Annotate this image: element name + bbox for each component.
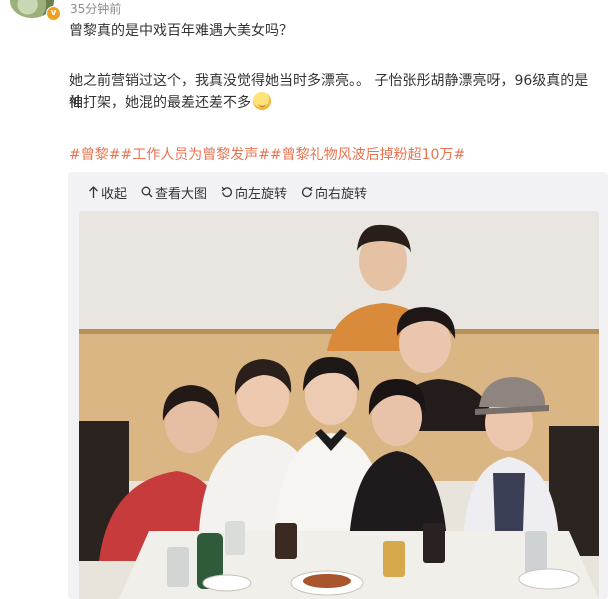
collapse-label: 收起 <box>101 186 128 202</box>
post-text-line-1: 曾黎真的是中戏百年难遇大美女吗？ <box>69 23 293 39</box>
magnifier-icon <box>141 186 153 198</box>
rotate-right-button[interactable]: 向右旋转 <box>301 183 367 202</box>
image-card: 收起 查看大图 向左旋转 向右旋转 <box>68 172 608 599</box>
rotate-right-icon <box>301 186 313 198</box>
post-text-line-3-text: 仙打架，她混的最差还差不多 <box>69 95 251 111</box>
image-toolbar: 收起 查看大图 向左旋转 向右旋转 <box>88 182 367 202</box>
view-large-button[interactable]: 查看大图 <box>141 183 207 202</box>
collapse-button[interactable]: 收起 <box>88 183 127 202</box>
emoji-icon <box>253 92 271 110</box>
post-photo[interactable] <box>79 211 599 599</box>
post-time[interactable]: 35分钟前 <box>70 0 121 17</box>
post-text-line-3: 仙打架，她混的最差还差不多 <box>69 92 599 114</box>
rotate-left-icon <box>221 186 233 198</box>
arrow-up-icon <box>88 185 99 199</box>
rotate-left-button[interactable]: 向左旋转 <box>221 183 287 202</box>
rotate-right-label: 向右旋转 <box>315 186 368 202</box>
topic-tags[interactable]: #曾黎##工作人员为曾黎发声##曾黎礼物风波后掉粉超10万# <box>69 144 465 164</box>
rotate-left-label: 向左旋转 <box>235 186 288 202</box>
verified-badge-icon: v <box>46 6 61 21</box>
view-large-label: 查看大图 <box>155 186 208 202</box>
